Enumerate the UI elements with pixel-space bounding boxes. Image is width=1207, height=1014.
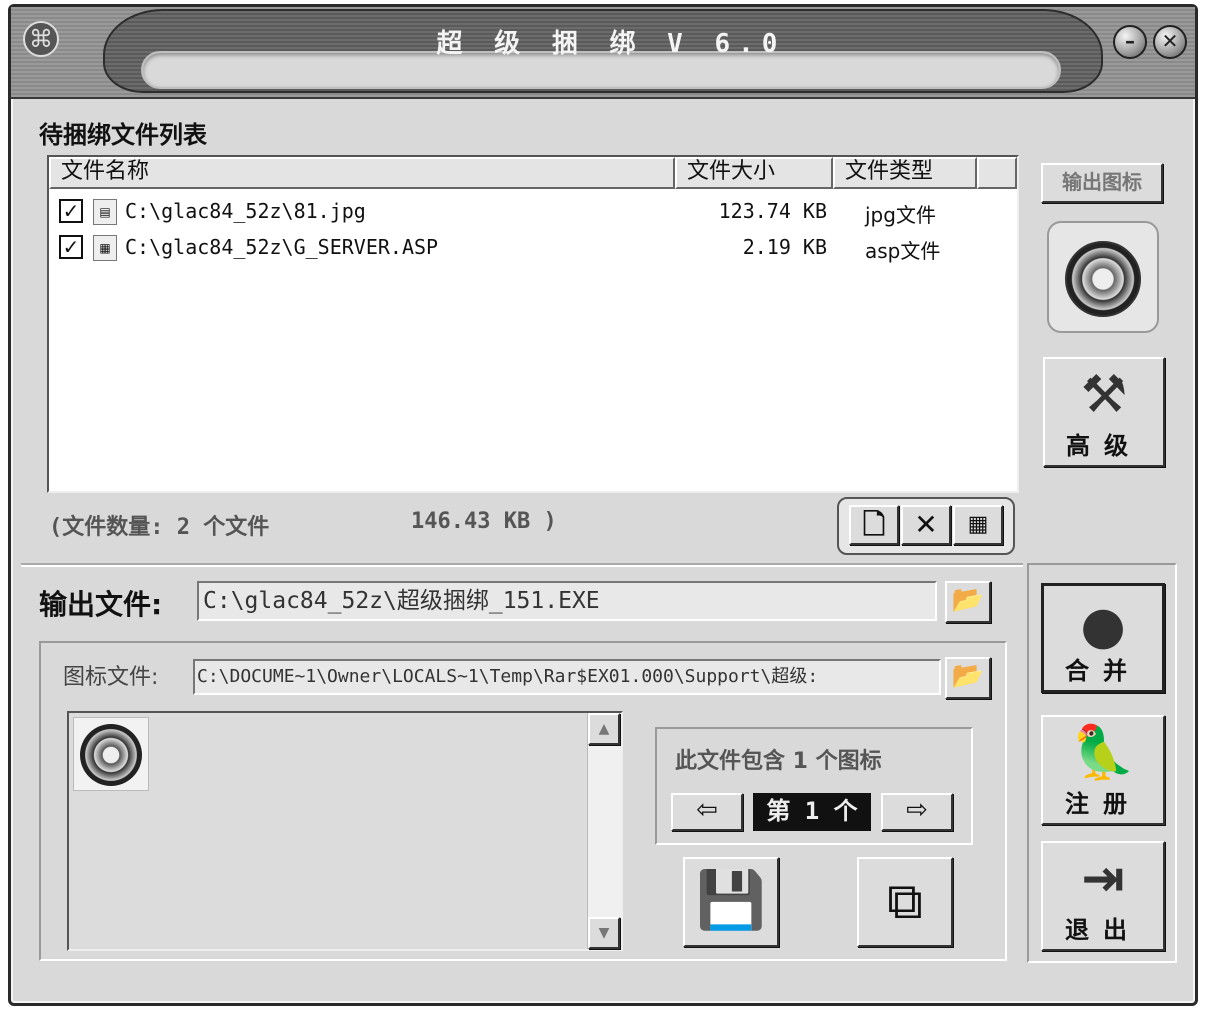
delete-icon[interactable]: ✕ [901,505,951,545]
item-file-name: C:\glac84_52z\81.jpg [125,199,366,223]
advanced-button[interactable]: ⚒ 高级 [1043,357,1165,467]
icon-file-label: 图标文件: [63,665,159,690]
parrot-icon: 🦜 [1070,723,1136,783]
folder-open-icon[interactable]: 📂 [945,657,991,699]
column-file-name[interactable]: 文件名称 [49,157,675,189]
knot-icon [80,724,142,786]
file-count-summary: (文件数量: 2 个文件 [49,515,270,540]
icon-preview-frame [1047,221,1159,333]
list-header: 文件名称 文件大小 文件类型 [49,157,1017,189]
list-item[interactable]: ✓ ▦ C:\glac84_52z\G_SERVER.ASP 2.19 KB a… [57,231,1007,265]
column-file-size[interactable]: 文件大小 [675,157,833,189]
knot-icon [1065,241,1141,317]
folder-open-icon[interactable]: 📂 [945,581,991,623]
arrow-right-icon[interactable]: ⇨ [881,793,953,831]
exit-button[interactable]: ⇥ 退出 [1041,841,1165,951]
icon-thumbnail[interactable] [73,717,149,791]
register-label: 注册 [1065,790,1141,818]
item-checkbox[interactable]: ✓ [59,235,83,259]
icon-gallery[interactable]: ▲ ▼ [67,711,623,951]
item-file-type: jpg文件 [865,203,936,227]
output-file-input[interactable]: C:\glac84_52z\超级捆绑_151.EXE [197,581,937,621]
arrow-left-icon[interactable]: ⇦ [671,793,743,831]
item-file-size: 123.74 KB [718,199,827,223]
item-file-type: asp文件 [865,239,941,263]
item-file-size: 2.19 KB [742,235,827,259]
item-file-name: C:\glac84_52z\G_SERVER.ASP [125,235,439,259]
file-list[interactable]: 文件名称 文件大小 文件类型 ✓ ▤ C:\glac84_52z\81.jpg … [47,155,1019,493]
exit-door-icon: ⇥ [1081,849,1125,909]
icon-file-input[interactable]: C:\DOCUME~1\Owner\LOCALS~1\Temp\Rar$EX01… [193,659,941,695]
scroll-down-icon[interactable]: ▼ [588,917,620,949]
web-file-icon: ▦ [93,235,117,261]
floppy-disk-icon[interactable]: 💾 [683,857,779,947]
exit-label: 退出 [1065,916,1141,944]
close-button[interactable]: ✕ [1153,25,1187,59]
column-spacer [977,157,1017,189]
list-toolbar: 🗋 ✕ ▦ [837,497,1015,555]
merge-button[interactable]: ● 合并 [1041,583,1165,693]
minimize-button[interactable]: – [1113,25,1147,59]
knot-icon[interactable]: ⌘ [23,21,59,57]
main-window: ⌘ 超 级 捆 绑 V 6.0 – ✕ 待捆绑文件列表 文件名称 文件大小 文件… [8,4,1198,1006]
icon-count-text: 此文件包含 1 个图标 [675,749,882,774]
window-title: 超 级 捆 绑 V 6.0 [436,29,786,59]
file-list-heading: 待捆绑文件列表 [39,121,207,149]
output-icon-button[interactable]: 输出图标 [1041,163,1163,203]
clear-list-icon[interactable]: ▦ [953,505,1003,545]
output-file-label: 输出文件: [39,588,163,621]
column-file-type[interactable]: 文件类型 [833,157,977,189]
item-checkbox[interactable]: ✓ [59,199,83,223]
ball-icon: ● [1080,596,1126,656]
register-button[interactable]: 🦜 注册 [1041,715,1165,825]
new-file-icon[interactable]: 🗋 [849,505,899,545]
current-icon-index: 第 1 个 [753,793,871,831]
scroll-up-icon[interactable]: ▲ [588,713,620,745]
merge-label: 合并 [1065,657,1141,685]
image-file-icon: ▤ [93,199,117,225]
tools-icon: ⚒ [1080,365,1128,425]
section-divider [21,563,1023,567]
gallery-scrollbar[interactable]: ▲ ▼ [587,713,621,949]
advanced-label: 高级 [1066,432,1142,460]
copy-disks-icon[interactable]: ⧉ [857,857,953,947]
file-total-size: 146.43 KB ) [411,509,557,534]
list-item[interactable]: ✓ ▤ C:\glac84_52z\81.jpg 123.74 KB jpg文件 [57,195,1007,229]
title-bar[interactable]: ⌘ 超 级 捆 绑 V 6.0 – ✕ [11,7,1195,99]
